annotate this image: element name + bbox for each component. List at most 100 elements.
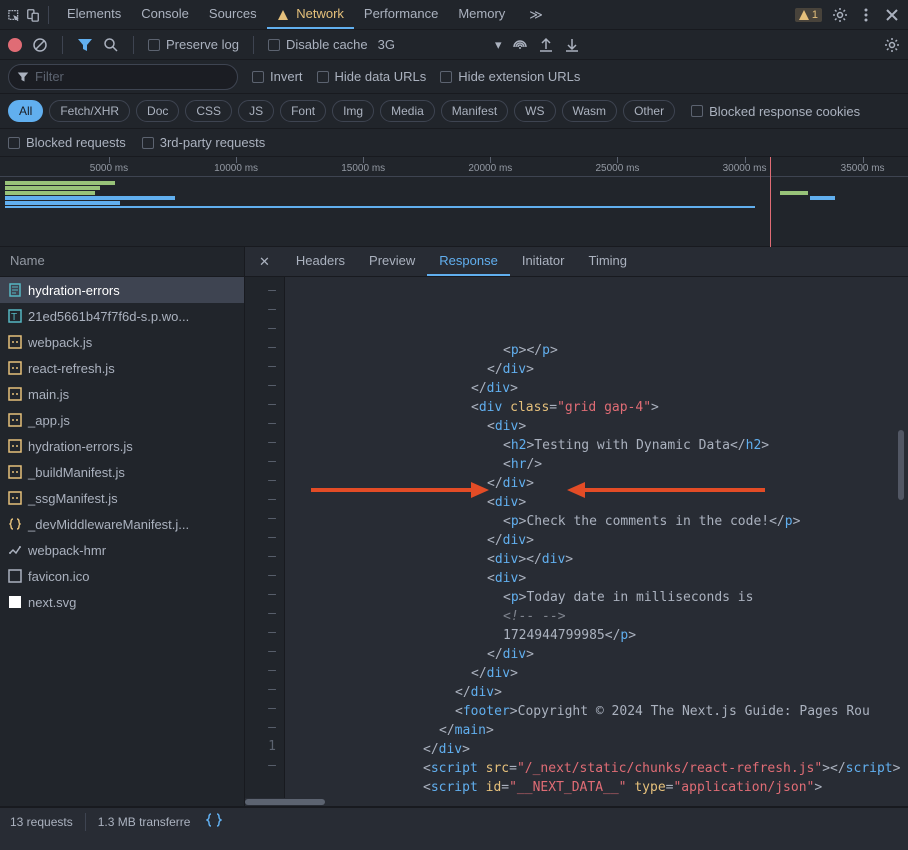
request-item[interactable]: webpack-hmr (0, 537, 244, 563)
type-pill-font[interactable]: Font (280, 100, 326, 122)
code-line[interactable]: <div> (295, 493, 908, 512)
code-line[interactable]: <p></p> (295, 341, 908, 360)
detail-tab-response[interactable]: Response (427, 247, 510, 276)
code-line[interactable]: <h2>Testing with Dynamic Data</h2> (295, 436, 908, 455)
code-line[interactable]: <hr/> (295, 455, 908, 474)
network-conditions-icon[interactable] (512, 37, 528, 53)
type-pill-doc[interactable]: Doc (136, 100, 179, 122)
code-line[interactable]: </div> (295, 379, 908, 398)
type-pill-all[interactable]: All (8, 100, 43, 122)
more-tabs-button[interactable]: ≫ (519, 1, 553, 29)
request-item[interactable]: _devMiddlewareManifest.j... (0, 511, 244, 537)
request-item[interactable]: favicon.ico (0, 563, 244, 589)
invert-checkbox[interactable]: Invert (252, 69, 303, 84)
type-pill-manifest[interactable]: Manifest (441, 100, 508, 122)
vertical-scrollbar[interactable] (898, 270, 906, 810)
record-button[interactable] (8, 38, 22, 52)
disable-cache-checkbox[interactable]: Disable cache (268, 37, 368, 52)
code-line[interactable]: </div> (295, 645, 908, 664)
response-body[interactable]: ————————————————————————1— <p></p></div>… (245, 277, 908, 798)
request-item[interactable]: _buildManifest.js (0, 459, 244, 485)
settings-icon[interactable] (832, 7, 848, 23)
type-pill-other[interactable]: Other (623, 100, 675, 122)
code-line[interactable]: <script id="__NEXT_DATA__" type="applica… (295, 778, 908, 797)
code-line[interactable]: <script src="/_next/static/chunks/react-… (295, 759, 908, 778)
export-har-icon[interactable] (538, 37, 554, 53)
request-item[interactable]: _app.js (0, 407, 244, 433)
close-detail-icon[interactable]: ✕ (249, 254, 280, 270)
code-line[interactable]: </div> (295, 531, 908, 550)
request-item[interactable]: T21ed5661b47f7f6d-s.p.wo... (0, 303, 244, 329)
type-filter-pills: All Fetch/XHR Doc CSS JS Font Img Media Manifest… (0, 94, 908, 129)
blocked-cookies-checkbox[interactable]: Blocked response cookies (691, 104, 860, 119)
funnel-icon (17, 71, 29, 83)
clear-button[interactable] (32, 37, 48, 53)
tab-elements[interactable]: Elements (57, 0, 131, 29)
inspect-icon[interactable] (8, 8, 22, 22)
tab-network[interactable]: Network (267, 0, 354, 29)
type-pill-js[interactable]: JS (238, 100, 274, 122)
code-line[interactable]: </div> (295, 683, 908, 702)
tab-memory[interactable]: Memory (448, 0, 515, 29)
tab-console[interactable]: Console (131, 0, 199, 29)
search-icon[interactable] (103, 37, 119, 53)
code-line[interactable]: <!-- --> (295, 607, 908, 626)
code-line[interactable]: <p>Today date in milliseconds is (295, 588, 908, 607)
timeline-tick-label: 5000 ms (90, 163, 128, 174)
request-item[interactable]: main.js (0, 381, 244, 407)
close-devtools-icon[interactable] (884, 7, 900, 23)
timeline-tick-label: 15000 ms (341, 163, 385, 174)
code-line[interactable]: <div> (295, 569, 908, 588)
hide-data-urls-checkbox[interactable]: Hide data URLs (317, 69, 427, 84)
devtools-top-toolbar: ElementsConsoleSources NetworkPerformanc… (0, 0, 908, 30)
pretty-print-icon[interactable] (206, 812, 222, 831)
type-pill-wasm[interactable]: Wasm (562, 100, 618, 122)
code-line[interactable]: </div> (295, 360, 908, 379)
column-header-name[interactable]: Name (0, 247, 244, 277)
throttle-caret-icon[interactable]: ▾ (495, 37, 502, 53)
detail-tab-timing[interactable]: Timing (576, 247, 639, 276)
request-item[interactable]: hydration-errors (0, 277, 244, 303)
tab-performance[interactable]: Performance (354, 0, 448, 29)
code-line[interactable]: <div class="grid gap-4"> (295, 398, 908, 417)
blocked-requests-checkbox[interactable]: Blocked requests (8, 135, 126, 150)
code-line[interactable]: <footer>Copyright © 2024 The Next.js Gui… (295, 702, 908, 721)
code-line[interactable]: <div></div> (295, 550, 908, 569)
detail-tab-initiator[interactable]: Initiator (510, 247, 577, 276)
type-pill-fetch-xhr[interactable]: Fetch/XHR (49, 100, 130, 122)
code-line[interactable]: 1724944799985</p> (295, 626, 908, 645)
network-settings-icon[interactable] (884, 37, 900, 53)
type-pill-css[interactable]: CSS (185, 100, 232, 122)
throttling-select[interactable]: 3G (378, 37, 395, 52)
code-line[interactable]: <div> (295, 417, 908, 436)
request-item[interactable]: hydration-errors.js (0, 433, 244, 459)
request-item[interactable]: _ssgManifest.js (0, 485, 244, 511)
code-line[interactable]: </main> (295, 721, 908, 740)
timeline-tick-label: 25000 ms (595, 163, 639, 174)
filter-bar: Filter Invert Hide data URLs Hide extens… (0, 60, 908, 94)
issues-badge[interactable]: 1 (795, 8, 822, 22)
filter-icon[interactable] (77, 37, 93, 53)
import-har-icon[interactable] (564, 37, 580, 53)
third-party-checkbox[interactable]: 3rd-party requests (142, 135, 266, 150)
request-item[interactable]: next.svg (0, 589, 244, 615)
device-toggle-icon[interactable] (26, 8, 40, 22)
network-timeline[interactable]: 5000 ms10000 ms15000 ms20000 ms25000 ms3… (0, 157, 908, 247)
detail-tab-preview[interactable]: Preview (357, 247, 427, 276)
horizontal-scrollbar[interactable] (245, 798, 908, 806)
code-line[interactable]: </div> (295, 740, 908, 759)
type-pill-media[interactable]: Media (380, 100, 435, 122)
type-pill-img[interactable]: Img (332, 100, 374, 122)
preserve-log-checkbox[interactable]: Preserve log (148, 37, 239, 52)
tab-sources[interactable]: Sources (199, 0, 267, 29)
hide-extension-urls-checkbox[interactable]: Hide extension URLs (440, 69, 580, 84)
code-line[interactable]: </div> (295, 664, 908, 683)
request-item[interactable]: webpack.js (0, 329, 244, 355)
code-line[interactable]: </div> (295, 474, 908, 493)
type-pill-ws[interactable]: WS (514, 100, 555, 122)
code-line[interactable]: <p>Check the comments in the code!</p> (295, 512, 908, 531)
filter-input[interactable]: Filter (8, 64, 238, 90)
request-item[interactable]: react-refresh.js (0, 355, 244, 381)
kebab-menu-icon[interactable] (858, 7, 874, 23)
detail-tab-headers[interactable]: Headers (284, 247, 357, 276)
